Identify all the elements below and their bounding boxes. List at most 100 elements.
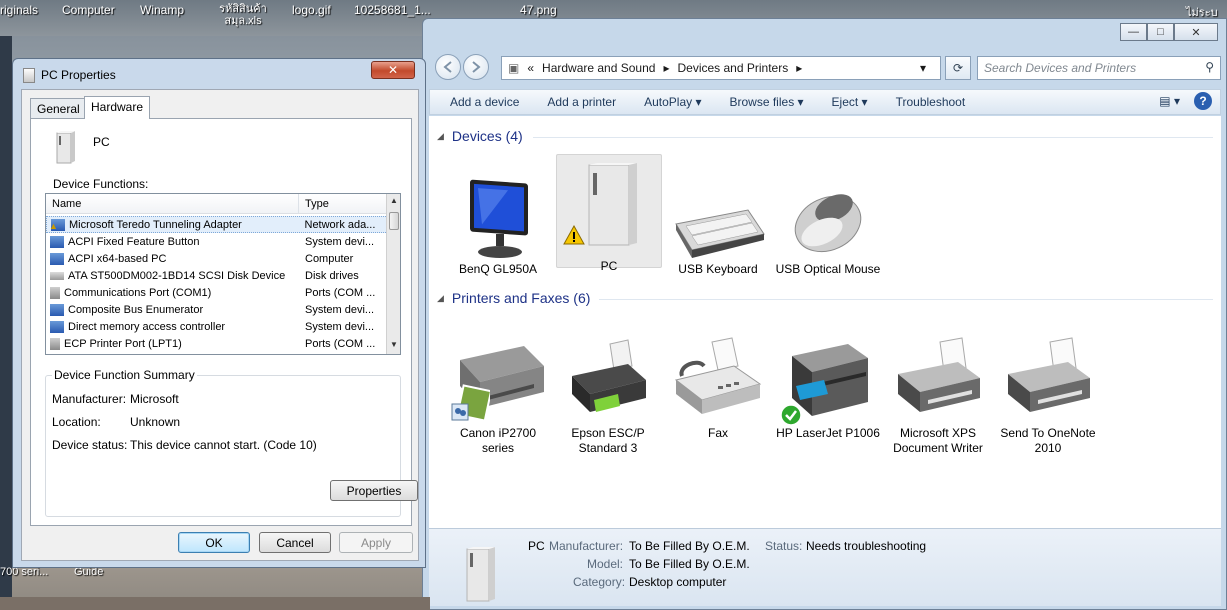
table-row[interactable]: ACPI Fixed Feature Button System devi... bbox=[46, 233, 388, 250]
port-icon bbox=[50, 286, 60, 299]
printer-label: Send To OneNote 2010 bbox=[1000, 426, 1096, 455]
summary-label: Manufacturer: bbox=[52, 392, 127, 406]
device-benq-monitor[interactable]: BenQ GL950A bbox=[445, 172, 551, 277]
breadcrumb-hardware-and-sound[interactable]: Hardware and Sound bbox=[542, 61, 655, 75]
row-type: System devi... bbox=[305, 303, 375, 316]
add-printer-button[interactable]: Add a printer bbox=[533, 95, 630, 109]
printer-label: Epson ESC/P Standard 3 bbox=[571, 426, 645, 455]
view-options-icon[interactable]: ▤ ▾ bbox=[1159, 94, 1180, 108]
printer-fax[interactable]: Fax bbox=[665, 336, 771, 441]
keyboard-icon bbox=[668, 172, 768, 262]
table-row[interactable]: Composite Bus Enumerator System devi... bbox=[46, 301, 388, 318]
cancel-button[interactable]: Cancel bbox=[259, 532, 331, 553]
row-type: System devi... bbox=[305, 320, 375, 333]
command-bar: Add a device Add a printer AutoPlay ▾ Br… bbox=[429, 89, 1221, 115]
refresh-button[interactable]: ⟳ bbox=[945, 56, 971, 80]
scroll-thumb[interactable] bbox=[389, 212, 399, 230]
device-usb-mouse[interactable]: USB Optical Mouse bbox=[775, 172, 881, 277]
apply-button[interactable]: Apply bbox=[339, 532, 413, 553]
collapse-triangle-icon[interactable]: ◢ bbox=[437, 131, 444, 142]
search-icon[interactable]: ⚲ bbox=[1205, 60, 1214, 74]
troubleshoot-button[interactable]: Troubleshoot bbox=[882, 95, 980, 109]
back-arrow-icon bbox=[443, 61, 452, 73]
browse-files-menu[interactable]: Browse files ▾ bbox=[716, 95, 818, 109]
group-header-devices[interactable]: ◢ Devices (4) bbox=[437, 128, 523, 144]
system-device-icon bbox=[50, 235, 64, 248]
desktop-icon-label[interactable]: รหัสิสินค้า สมุล.xls bbox=[213, 3, 273, 27]
desktop-left-edge bbox=[0, 36, 12, 610]
summary-row-location: Location: Unknown bbox=[52, 415, 180, 429]
tab-hardware[interactable]: Hardware bbox=[84, 96, 151, 119]
table-row[interactable]: Communications Port (COM1) Ports (COM ..… bbox=[46, 284, 388, 301]
table-row[interactable]: ATA ST500DM002-1BD14 SCSI Disk Device Di… bbox=[46, 267, 388, 284]
port-icon bbox=[50, 337, 60, 350]
details-category-label: Category: bbox=[573, 575, 626, 589]
printer-label: Fax bbox=[707, 426, 728, 440]
maximize-button[interactable]: □ bbox=[1147, 23, 1174, 41]
table-row[interactable]: ACPI x64-based PC Computer bbox=[46, 250, 388, 267]
summary-row-status: Device status: This device cannot start.… bbox=[52, 438, 317, 452]
scroll-up-icon[interactable]: ▲ bbox=[387, 196, 400, 210]
printer-canon-ip2700[interactable]: Canon iP2700 series bbox=[445, 336, 551, 456]
device-functions-list[interactable]: Name Type ▲ Microsoft Teredo Tunneling Ad… bbox=[45, 193, 401, 355]
device-pc[interactable]: PC bbox=[556, 154, 662, 273]
device-usb-keyboard[interactable]: USB Keyboard bbox=[665, 172, 771, 277]
printer-epson-escp[interactable]: Epson ESC/P Standard 3 bbox=[555, 336, 661, 456]
autoplay-menu[interactable]: AutoPlay ▾ bbox=[630, 95, 715, 109]
details-status-value: Needs troubleshooting bbox=[806, 539, 927, 553]
ok-button[interactable]: OK bbox=[178, 532, 250, 553]
list-header: Name Type bbox=[46, 194, 388, 214]
summary-value: Unknown bbox=[130, 415, 181, 429]
group-title: Devices (4) bbox=[451, 128, 523, 144]
row-name: Composite Bus Enumerator bbox=[68, 303, 204, 316]
list-scrollbar[interactable]: ▲ ▼ bbox=[386, 194, 400, 354]
search-input[interactable]: Search Devices and Printers ⚲ bbox=[977, 56, 1221, 80]
breadcrumb-overflow[interactable]: « bbox=[527, 61, 534, 75]
eject-menu[interactable]: Eject ▾ bbox=[818, 95, 882, 109]
group-header-printers[interactable]: ◢ Printers and Faxes (6) bbox=[437, 290, 590, 306]
collapse-triangle-icon[interactable]: ◢ bbox=[437, 293, 444, 304]
minimize-button[interactable]: — bbox=[1120, 23, 1147, 41]
system-device-icon bbox=[50, 320, 64, 333]
back-button[interactable] bbox=[435, 54, 461, 80]
properties-button[interactable]: Properties bbox=[330, 480, 418, 501]
device-name: PC bbox=[93, 135, 110, 149]
close-button[interactable]: ✕ bbox=[1174, 23, 1218, 41]
desktop-icon-label[interactable]: riginals bbox=[0, 3, 38, 17]
scroll-down-icon[interactable]: ▼ bbox=[387, 340, 400, 354]
devices-and-printers-window: — □ ✕ ▣ « Hardware and Sound ▸ Devices a… bbox=[422, 18, 1227, 610]
chevron-down-icon[interactable]: ▾ bbox=[920, 61, 926, 75]
table-row[interactable]: Direct memory access controller System d… bbox=[46, 318, 388, 335]
table-row[interactable]: ▲ Microsoft Teredo Tunneling Adapter Netw… bbox=[46, 216, 388, 233]
group-title: Printers and Faxes (6) bbox=[451, 290, 591, 306]
forward-arrow-icon bbox=[472, 61, 481, 73]
dialog-body: General Hardware PC Device Functions: Na… bbox=[21, 89, 419, 561]
printer-send-to-onenote[interactable]: Send To OneNote 2010 bbox=[995, 336, 1101, 456]
printer-icon bbox=[998, 336, 1098, 426]
breadcrumb-separator[interactable]: ▸ bbox=[663, 61, 669, 75]
desktop-icon-label[interactable]: Winamp bbox=[140, 3, 184, 17]
add-device-button[interactable]: Add a device bbox=[430, 95, 533, 109]
desktop-icon-label[interactable]: 10258681_1... bbox=[354, 3, 431, 17]
breadcrumb-devices-and-printers[interactable]: Devices and Printers bbox=[677, 61, 788, 75]
tab-general[interactable]: General bbox=[30, 98, 87, 118]
close-button[interactable]: ✕ bbox=[371, 61, 415, 79]
network-warning-icon: ▲ bbox=[49, 218, 65, 231]
desktop-icon-label[interactable]: Computer bbox=[62, 3, 115, 17]
desktop-icon-label[interactable]: 47.png bbox=[520, 3, 557, 17]
help-icon[interactable]: ? bbox=[1194, 92, 1212, 110]
row-type: Disk drives bbox=[305, 269, 359, 282]
column-header-type[interactable]: Type bbox=[299, 194, 388, 213]
desktop-icon-label[interactable]: logo.gif bbox=[292, 3, 331, 17]
printer-microsoft-xps[interactable]: Microsoft XPS Document Writer bbox=[885, 336, 991, 456]
printer-hp-laserjet[interactable]: HP LaserJet P1006 bbox=[775, 336, 881, 441]
column-header-name[interactable]: Name bbox=[46, 194, 299, 213]
pc-tower-icon bbox=[56, 131, 75, 164]
breadcrumb-separator[interactable]: ▸ bbox=[796, 61, 802, 75]
window-caption-buttons: — □ ✕ bbox=[1120, 23, 1218, 41]
row-name: Direct memory access controller bbox=[68, 320, 226, 333]
mouse-icon bbox=[778, 172, 878, 262]
table-row[interactable]: ECP Printer Port (LPT1) Ports (COM ... bbox=[46, 335, 388, 352]
address-bar[interactable]: ▣ « Hardware and Sound ▸ Devices and Pri… bbox=[501, 56, 941, 80]
forward-button[interactable] bbox=[463, 54, 489, 80]
